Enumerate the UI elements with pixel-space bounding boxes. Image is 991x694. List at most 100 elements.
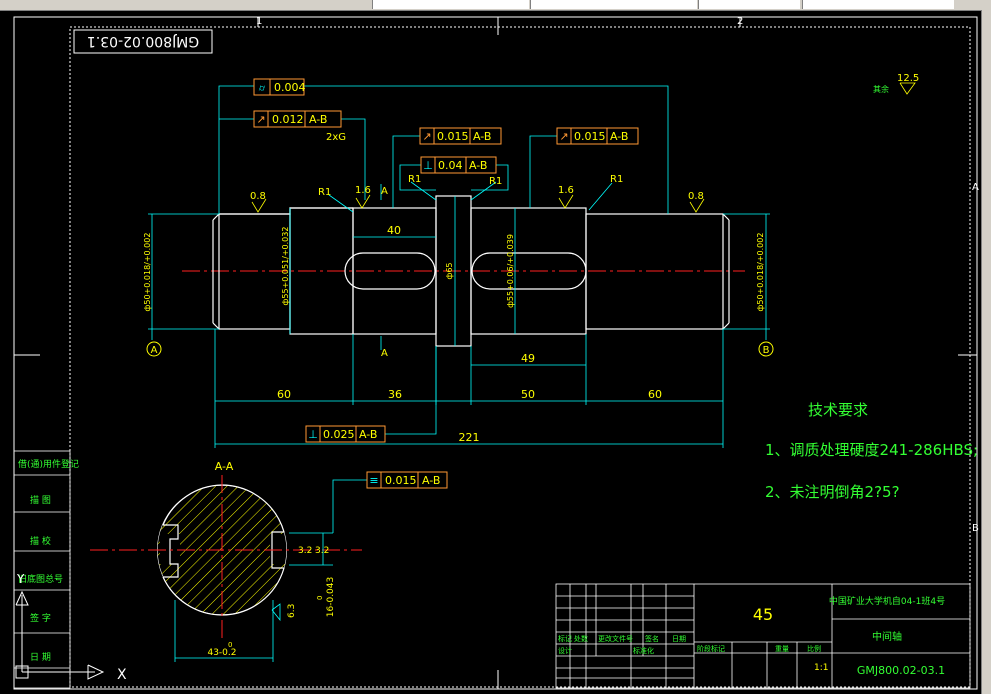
section-roughness-32b: 3.2 [315,546,329,556]
strip-label-2: 描 图 [30,494,51,506]
diameter-labels: ф50+0.018/+0.002 ф55+0.051/+0.032 ф65 ф5… [143,227,765,312]
diameter-right: ф50+0.018/+0.002 [756,233,765,312]
runout-mid2-datum: A-B [610,130,628,143]
ucs-y-label: Y [16,572,25,586]
toolbar-field[interactable] [530,0,697,9]
note-r1-a: R1 [408,174,421,185]
chamfer-left-bottom [212,322,220,330]
chamfer-right-top [722,213,730,221]
sheet-outer-border [13,16,978,690]
perp-shoulder-value: 0.04 [438,159,463,172]
section-roughness-32a: 3.2 [298,546,312,556]
ucs-icon [15,590,105,680]
runout-icon: ↗ [559,130,568,143]
length-60-left: 60 [277,388,291,401]
tb-material: 45 [753,605,773,624]
section-roughness-63: 6.3 [287,604,297,618]
length-key-right: 49 [521,352,535,365]
length-60-right: 60 [648,388,662,401]
technical-requirements: 技术要求 1、调质处理硬度241-286HBS; 2、未注明倒角2?5? [765,401,978,501]
ucs-x-label: X [117,667,127,683]
length-36: 36 [388,388,402,401]
tb-role-standard: 标准化 [633,646,654,655]
tb-header-sign: 签名 [645,634,659,643]
section-letter-bottom: A [381,348,388,359]
section-view [90,475,362,662]
vertical-scrollbar[interactable] [981,10,991,694]
section-depth-dim: 16-0.043 [326,577,336,617]
datum-a-label: A [151,345,158,356]
note-r1-left: R1 [318,187,331,198]
toolbar-field[interactable] [802,0,954,9]
note-2xg: 2xG [326,132,346,143]
symmetry-icon: ≡ [369,474,378,487]
strip-label-4: 旧底图总号 [18,573,63,585]
diameter-right-key: ф55+0.06/+0.039 [506,234,515,308]
section-width-dim: 43-0.2 [207,648,236,658]
tb-scale-label: 比例 [807,644,821,653]
section-depth-dim-upper: 0 [316,596,324,600]
title-block-headers: 标记 处数 更改文件号 签名 日期 设计 标准化 阶段标记 重量 比例 [558,634,821,655]
perp-shoulder-datum: A-B [469,159,487,172]
shaft-notes: 2xG R1 R1 R1 R1 0.8 1.6 1.6 0.8 A A 12.5… [250,73,919,359]
datum-b-label: B [763,345,770,356]
tb-header-date: 日期 [672,635,686,643]
length-50: 50 [521,388,535,401]
chamfer-left-top [212,213,220,221]
roughness-08-left: 0.8 [250,191,266,202]
runout-mid1-datum: A-B [473,130,491,143]
diameter-left: ф50+0.018/+0.002 [143,233,152,312]
note-r1-b: R1 [489,176,502,187]
tech-line2: 2、未注明倒角2?5? [765,483,900,501]
tech-title: 技术要求 [808,401,868,419]
tb-drawing-number: GMJ800.02-03.1 [857,664,945,677]
symmetry-value: 0.015 [385,474,417,487]
roughness-08-right: 0.8 [688,191,704,202]
tech-line1: 1、调质处理硬度241-286HBS; [765,441,978,459]
toolbar-field[interactable] [698,0,800,9]
roughness-16-left: 1.6 [355,185,371,196]
shaft-top-left [219,207,353,215]
length-key-left: 40 [387,224,401,237]
rest-roughness-value: 12.5 [897,73,919,84]
strip-label-6: 日 期 [30,652,51,663]
perp-bottom-value: 0.025 [323,428,355,441]
tb-weight-label: 重量 [775,645,789,653]
note-r1-right: R1 [610,174,623,185]
tb-header-mark: 标记 [558,634,572,643]
perpendicular-icon: ⊥ [308,428,318,441]
length-total: 221 [459,431,480,444]
rotated-drawing-number: GMJ800.02-03.1 [87,33,199,49]
runout-left-datum: A-B [309,113,327,126]
cad-drawing-canvas[interactable]: 1 2 A B GMJ800.02-03.1 A B ⌭ 0.004 ↗ 0.0… [0,10,981,694]
strip-label-1: 借(通)用件登记 [18,458,79,470]
section-title: A-A [215,460,234,473]
tb-school: 中国矿业大学机自04-1班4号 [829,595,945,607]
tb-mark-label: 阶段标记 [697,644,725,653]
section-width-dim-upper: 0 [228,641,232,649]
runout-icon: ↗ [256,113,265,126]
roughness-16-right: 1.6 [558,185,574,196]
tb-role-design: 设计 [558,646,572,655]
runout-left-value: 0.012 [272,113,304,126]
diameter-collar: ф65 [445,262,454,279]
grid-label-1: 1 [256,16,262,27]
section-letter-top: A [381,186,388,197]
grid-label-a: A [972,182,979,193]
runout-mid2-value: 0.015 [574,130,606,143]
roughness-symbols [251,82,916,213]
runout-icon: ↗ [422,130,431,143]
toolbar-field[interactable] [372,0,529,9]
symmetry-datum: A-B [422,474,440,487]
strip-label-5: 签 字 [30,612,51,624]
tb-header-count: 处数 [574,634,588,643]
diameter-left-key: ф55+0.051/+0.032 [281,227,290,306]
chamfer-right-bottom [722,322,730,330]
cylindricity-symbol: ⌭ [259,84,266,94]
grid-label-b: B [972,523,979,534]
cylindricity-value: 0.004 [274,81,306,94]
dimension-lines [148,85,770,533]
tb-part-name: 中间轴 [872,630,902,643]
tb-header-change: 更改文件号 [598,634,633,643]
perpendicular-icon: ⊥ [423,159,433,172]
